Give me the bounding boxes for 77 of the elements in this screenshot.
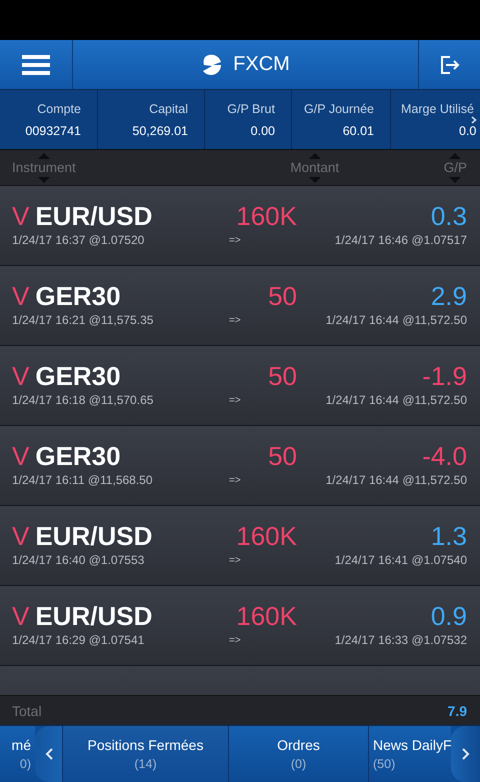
arrow-text: => (229, 394, 242, 408)
position-row[interactable]: V EUR/USD 160K 0.3 1/24/17 16:37 @1.07520 => 1/24/17 16:46 @1.07517 (0, 186, 480, 266)
amount: 160K (235, 200, 297, 232)
sort-up-icon (449, 152, 462, 158)
instrument-name: GER30 (35, 360, 121, 392)
profit-loss: 0.3 (430, 200, 467, 232)
sort-down-icon (38, 176, 50, 182)
amount: 160K (235, 600, 297, 632)
close-time-price: 1/24/17 16:33 @1.07532 (334, 632, 467, 648)
sort-down-icon (449, 176, 462, 182)
arrow-text: => (229, 234, 242, 248)
chevron-right-icon (471, 116, 477, 124)
scroll-right-button[interactable] (470, 116, 478, 124)
app-title: FXCM (233, 53, 290, 76)
summary-value: 60.01 (342, 124, 374, 138)
profit-loss: -4.0 (421, 440, 467, 472)
position-row[interactable]: V GER30 50 -1.9 1/24/17 16:18 @11,570.65 => 1/24/17 16:44 @11,572.50 (0, 346, 480, 426)
profit-loss: 1.3 (430, 520, 467, 552)
close-time-price: 1/24/17 16:44 @11,572.50 (324, 312, 467, 328)
chevron-right-icon (462, 748, 470, 760)
direction-label: V (12, 600, 30, 632)
open-time-price: 1/24/17 16:11 @11,568.50 (12, 472, 154, 488)
close-time-price: 1/24/17 16:46 @1.07517 (334, 232, 467, 248)
summary-value: 0.0 (459, 124, 476, 138)
amount: 50 (267, 440, 297, 472)
close-time-price: 1/24/17 16:44 @11,572.50 (324, 472, 467, 488)
open-time-price: 1/24/17 16:18 @11,570.65 (12, 392, 154, 408)
position-row[interactable]: V GER30 50 2.9 1/24/17 16:21 @11,575.35 => 1/24/17 16:44 @11,572.50 (0, 266, 480, 346)
profit-loss: 0.9 (430, 600, 467, 632)
open-time-price: 1/24/17 16:37 @1.07520 (12, 232, 146, 248)
position-row[interactable]: V EUR/USD 160K 0.9 1/24/17 16:29 @1.07541 => 1/24/17 16:33 @1.07532 (0, 586, 480, 666)
total-label: Total (12, 702, 42, 718)
summary-value: 50,269.01 (132, 124, 188, 138)
chevron-left-icon (44, 748, 52, 760)
close-time-price: 1/24/17 16:44 @11,572.50 (324, 392, 467, 408)
total-value: 7.9 (448, 702, 467, 718)
open-time-price: 1/24/17 16:40 @1.07553 (12, 552, 146, 568)
direction-label: V (12, 280, 30, 312)
amount: 160K (235, 520, 297, 552)
amount: 50 (267, 360, 297, 392)
summary-label: Marge Utilisé (401, 102, 474, 116)
instrument-name: EUR/USD (35, 200, 152, 232)
arrow-text: => (229, 634, 242, 648)
menu-icon (22, 54, 50, 74)
arrow-text: => (229, 314, 242, 328)
profit-loss: -1.9 (421, 360, 467, 392)
open-time-price: 1/24/17 16:29 @1.07541 (12, 632, 146, 648)
instrument-name: EUR/USD (35, 520, 152, 552)
summary-label: Capital (149, 102, 188, 116)
instrument-name: GER30 (35, 440, 121, 472)
summary-label: G/P Brut (227, 102, 275, 116)
open-time-price: 1/24/17 16:21 @11,575.35 (12, 312, 154, 328)
logout-icon (440, 56, 460, 74)
sort-down-icon (308, 176, 321, 182)
arrow-text: => (229, 554, 242, 568)
direction-label: V (12, 520, 30, 552)
direction-label: V (12, 440, 30, 472)
summary-label: Compte (37, 102, 81, 116)
summary-label: G/P Journée (304, 102, 374, 116)
tab[interactable]: Ordres (0) (229, 726, 369, 782)
close-time-price: 1/24/17 16:41 @1.07540 (334, 552, 467, 568)
profit-loss: 2.9 (430, 280, 467, 312)
direction-label: V (12, 360, 30, 392)
position-row[interactable]: V EUR/USD 160K 1.3 1/24/17 16:40 @1.07553 => 1/24/17 16:41 @1.07540 (0, 506, 480, 586)
summary-value: 0.00 (250, 124, 275, 138)
previous-tab-button[interactable] (35, 726, 63, 782)
instrument-name: GER30 (35, 280, 121, 312)
direction-label: V (12, 200, 30, 232)
logo-icon (201, 54, 224, 76)
arrow-text: => (229, 474, 242, 488)
summary-value: 00932741 (25, 124, 81, 138)
sort-up-icon (308, 152, 321, 158)
sort-up-icon (38, 152, 50, 158)
position-row[interactable]: V GER30 50 -4.0 1/24/17 16:11 @11,568.50 => 1/24/17 16:44 @11,572.50 (0, 426, 480, 506)
amount: 50 (267, 280, 297, 312)
instrument-name: EUR/USD (35, 600, 152, 632)
tab[interactable]: Positions Fermées (14) (63, 726, 229, 782)
